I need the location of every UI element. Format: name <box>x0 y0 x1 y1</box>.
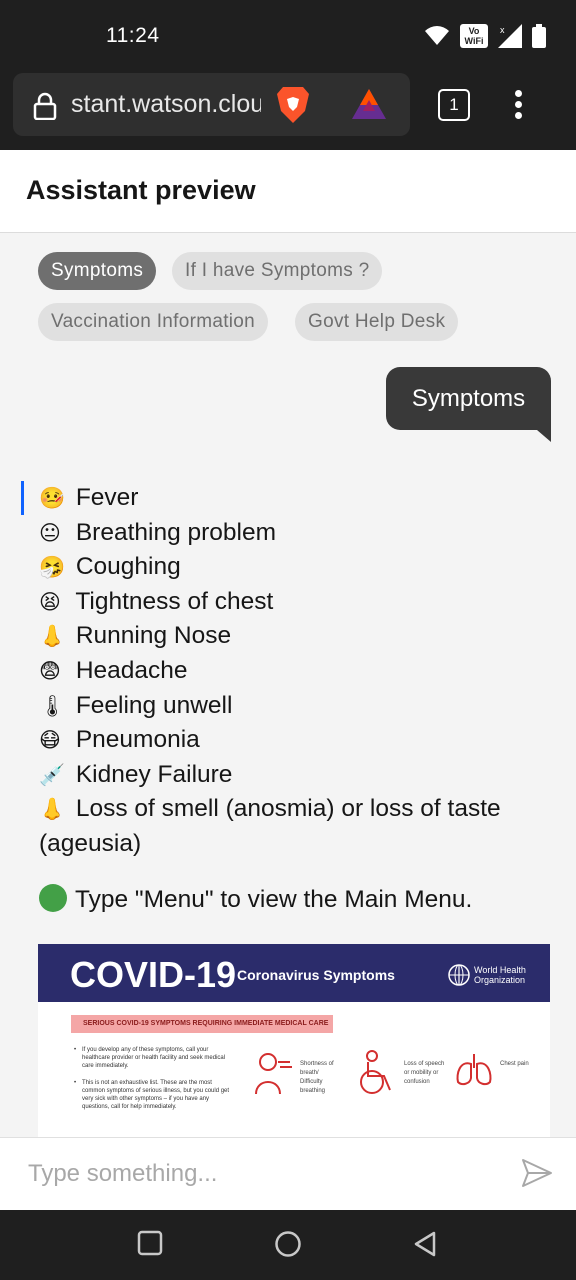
infographic-header: COVID-19 Coronavirus Symptoms World Heal… <box>38 944 550 1002</box>
page-title: Assistant preview <box>26 175 256 205</box>
message-input[interactable] <box>28 1160 488 1188</box>
infographic-symptom-label: Shortness of breath/ Difficulty breathin… <box>300 1061 334 1094</box>
user-bubble-tail <box>537 430 551 442</box>
battery-icon <box>532 24 546 48</box>
symptom-emoji-icon: 🤒 <box>39 487 66 510</box>
tab-switcher-button[interactable]: 1 <box>438 89 470 121</box>
symptom-emoji-icon: 😫 <box>39 590 61 614</box>
back-triangle-icon[interactable] <box>412 1230 438 1258</box>
recents-square-icon[interactable] <box>137 1230 163 1256</box>
brave-shield-icon[interactable] <box>275 85 311 125</box>
symptom-text: Loss of smell (anosmia) or loss of taste… <box>39 795 501 857</box>
infographic-symptom-label: Chest pain <box>500 1061 529 1067</box>
who-logo-icon <box>448 964 470 986</box>
status-icons: Vo WiFi x <box>424 24 546 48</box>
symptom-item: 👃 Loss of smell (anosmia) or loss of tas… <box>39 792 551 860</box>
infographic-banner: SERIOUS COVID-19 SYMPTOMS REQUIRING IMME… <box>71 1015 333 1033</box>
infographic-title: COVID-19 <box>70 954 237 995</box>
address-bar[interactable]: stant.watson.cloud.ibm.com <box>13 73 410 136</box>
symptom-text: Feeling unwell <box>75 691 233 719</box>
symptom-text: Pneumonia <box>75 726 200 754</box>
symptom-text: Tightness of chest <box>75 587 274 615</box>
option-chip-symptoms[interactable]: Symptoms <box>38 252 157 290</box>
symptom-item: 💉 Kidney Failure <box>39 758 551 793</box>
symptom-emoji-icon: 👃 <box>39 625 66 649</box>
symptom-item: 🤧 Coughing <box>39 550 551 585</box>
symptom-item: 😫 Tightness of chest <box>39 585 551 620</box>
lungs-icon <box>456 1054 492 1086</box>
symptom-item: 😷 Pneumonia <box>39 723 551 758</box>
status-time: 11:24 <box>106 24 160 47</box>
breathing-difficulty-icon <box>255 1053 292 1095</box>
user-message-bubble: Symptoms <box>386 367 551 430</box>
symptom-emoji-icon: 🌡 <box>39 694 66 718</box>
infographic-subtitle: Coronavirus Symptoms <box>237 967 395 983</box>
symptom-emoji-icon: 🤧 <box>39 556 66 580</box>
menu-hint: Type "Menu" to view the Main Menu. <box>39 884 472 914</box>
symptom-emoji-icon: 😷 <box>39 729 61 753</box>
svg-text:WiFi: WiFi <box>465 36 484 46</box>
symptom-item: 👃 Running Nose <box>39 619 551 654</box>
symptom-text: Coughing <box>75 553 181 581</box>
infographic-bullet: This is not an exhaustive list. These ar… <box>74 1079 236 1111</box>
signal-icon: x <box>498 24 522 48</box>
symptom-item: 😨 Headache <box>39 654 551 689</box>
bot-symptom-list: 🤒 Fever 😐 Breathing problem 🤧 Coughing 😫 Ti… <box>39 481 551 861</box>
symptom-item: 😐 Breathing problem <box>39 516 551 551</box>
menu-hint-text: Type "Menu" to view the Main Menu. <box>75 886 473 913</box>
green-circle-icon <box>39 884 67 912</box>
infographic-symptom-mobility: Loss of speech or mobility or confusion <box>354 1050 446 1096</box>
symptom-text: Breathing problem <box>75 518 277 546</box>
svg-text:Vo: Vo <box>469 26 480 36</box>
symptom-text: Fever <box>75 484 139 511</box>
symptom-text: Kidney Failure <box>75 760 233 788</box>
svg-text:x: x <box>500 25 505 35</box>
option-chip-vaccination-information[interactable]: Vaccination Information <box>38 303 269 341</box>
infographic-bullets: If you develop any of these symptoms, ca… <box>74 1046 236 1120</box>
infographic-symptom-label: Loss of speech or mobility or confusion <box>404 1061 445 1085</box>
home-circle-icon[interactable] <box>274 1230 302 1258</box>
bat-rewards-icon[interactable] <box>350 87 388 121</box>
symptom-item: 🤒 Fever <box>39 481 551 516</box>
option-chip-govt-help-desk[interactable]: Govt Help Desk <box>295 303 459 341</box>
infographic-symptom-breathing: Shortness of breath/ Difficulty breathin… <box>248 1050 342 1096</box>
url-text[interactable]: stant.watson.cloud.ibm.com <box>71 90 261 119</box>
assistant-header: Assistant preview <box>0 150 576 233</box>
infographic-bullet: If you develop any of these symptoms, ca… <box>74 1046 236 1070</box>
symptom-emoji-icon: 💉 <box>39 763 66 787</box>
symptom-text: Running Nose <box>75 622 232 650</box>
system-navigation-bar <box>0 1210 576 1280</box>
infographic-symptom-chest-pain: Chest pain <box>454 1050 542 1090</box>
symptom-emoji-icon: 👃 <box>39 798 66 822</box>
wheelchair-icon <box>360 1050 391 1094</box>
wifi-icon <box>425 26 449 45</box>
option-chip-if-i-have-symptoms[interactable]: If I have Symptoms ? <box>172 252 383 290</box>
symptom-emoji-icon: 😨 <box>39 659 61 683</box>
chat-transcript[interactable]: Symptoms If I have Symptoms ? Vaccinatio… <box>0 233 576 1137</box>
symptom-emoji-icon: 😐 <box>39 521 61 545</box>
message-input-bar <box>0 1137 576 1210</box>
browser-toolbar: stant.watson.cloud.ibm.com 1 <box>0 72 576 150</box>
who-org-name: World Health Organization <box>474 965 526 985</box>
browser-menu-button[interactable] <box>505 90 531 120</box>
send-icon[interactable] <box>521 1158 553 1188</box>
bot-message-indicator <box>21 481 24 515</box>
covid-symptoms-infographic[interactable]: COVID-19 Coronavirus Symptoms World Heal… <box>38 944 550 1137</box>
lock-icon <box>33 92 57 120</box>
vowifi-icon: VoWiFi <box>460 24 488 48</box>
symptom-item: 🌡 Feeling unwell <box>39 689 551 724</box>
status-bar: 11:24 Vo WiFi x <box>0 0 576 72</box>
symptom-text: Headache <box>75 656 188 684</box>
